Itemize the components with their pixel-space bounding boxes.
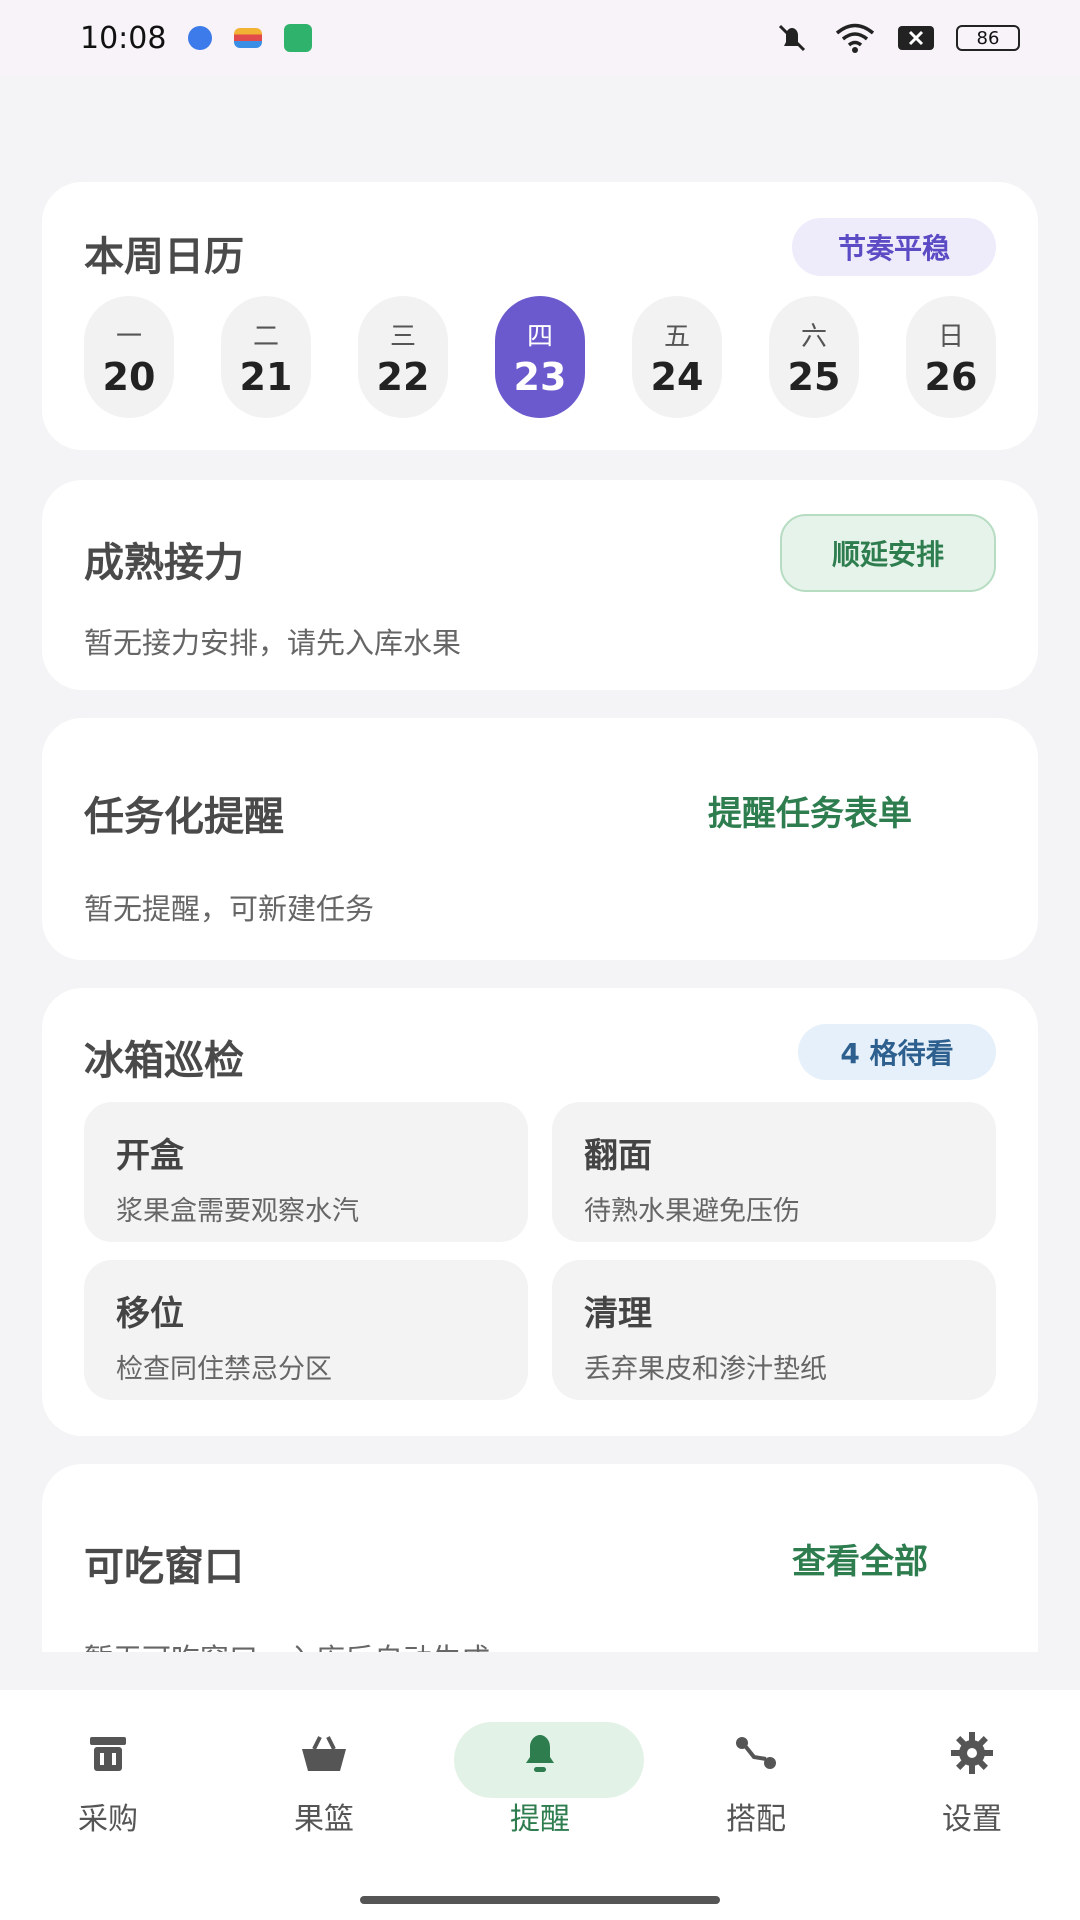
nav-label: 采购 <box>78 1802 138 1837</box>
nav-label: 提醒 <box>510 1802 570 1837</box>
reminder-card: 任务化提醒 提醒任务表单 暂无提醒，可新建任务 <box>42 718 1038 960</box>
app-notification-icon <box>188 26 213 50</box>
fridge-pending-badge: 4 格待看 <box>798 1024 996 1080</box>
calendar-card: 本周日历 节奏平稳 一 20 二 21 三 22 四 23 五 24 六 25 日 26 <box>42 182 1038 450</box>
edible-card: 可吃窗口 查看全部 暂无可吃窗口，入库后自动生成 <box>42 1464 1038 1652</box>
fridge-title: 冰箱巡检 <box>84 1038 244 1084</box>
calendar-weekday: 一 <box>115 321 142 352</box>
trash-bin-icon <box>86 1726 130 1780</box>
fridge-card: 冰箱巡检 4 格待看 开盒 浆果盒需要观察水汽 翻面 待熟水果避免压伤 移位 检查同住禁忌… <box>42 988 1038 1436</box>
calendar-date: 24 <box>650 354 704 399</box>
edible-title: 可吃窗口 <box>84 1544 244 1590</box>
reminder-form-link[interactable]: 提醒任务表单 <box>708 786 912 835</box>
calendar-day-20[interactable]: 一 20 <box>84 296 174 418</box>
calendar-day-22[interactable]: 三 22 <box>358 296 448 418</box>
calendar-date: 22 <box>376 354 430 399</box>
calendar-weekday: 日 <box>937 321 964 352</box>
calendar-status-badge: 节奏平稳 <box>792 218 996 276</box>
fridge-tile-desc: 检查同住禁忌分区 <box>116 1354 332 1385</box>
data-off-icon <box>898 26 934 50</box>
wifi-icon <box>835 23 875 53</box>
bottom-navigation: 采购 果篮 提醒 搭配 设置 <box>0 1690 1080 1920</box>
calendar-day-26[interactable]: 日 26 <box>906 296 996 418</box>
reminder-empty-text: 暂无提醒，可新建任务 <box>84 892 375 926</box>
fridge-tile[interactable]: 移位检查同住禁忌分区 <box>84 1260 528 1400</box>
calendar-weekday: 三 <box>389 321 416 352</box>
calendar-date: 26 <box>924 354 978 399</box>
fridge-tile-title: 开盒 <box>116 1136 184 1176</box>
status-bar: 10:08 86 <box>0 0 1080 76</box>
calendar-day-21[interactable]: 二 21 <box>221 296 311 418</box>
gear-icon <box>949 1726 995 1780</box>
calendar-weekday: 六 <box>800 321 827 352</box>
calendar-day-23[interactable]: 四 23 <box>495 296 585 418</box>
nav-item-0[interactable]: 采购 <box>0 1690 216 1860</box>
battery-level: 86 <box>976 27 1000 49</box>
calendar-weekday: 四 <box>526 321 553 352</box>
calendar-weekday: 二 <box>252 321 279 352</box>
main-scroll[interactable]: 本周日历 节奏平稳 一 20 二 21 三 22 四 23 五 24 六 25 日 26 成熟接力 顺延安… <box>0 76 1080 1652</box>
nav-item-1[interactable]: 果篮 <box>216 1690 432 1860</box>
calendar-title: 本周日历 <box>84 234 244 280</box>
nav-item-3[interactable]: 搭配 <box>648 1690 864 1860</box>
fridge-tile[interactable]: 清理丢弃果皮和渗汁垫纸 <box>552 1260 996 1400</box>
relay-card: 成熟接力 顺延安排 暂无接力安排，请先入库水果 <box>42 480 1038 690</box>
nav-item-4[interactable]: 设置 <box>864 1690 1080 1860</box>
nav-label: 设置 <box>942 1802 1002 1837</box>
calendar-date: 23 <box>513 354 567 399</box>
view-all-link[interactable]: 查看全部 <box>792 1534 928 1583</box>
security-notification-icon <box>284 24 313 52</box>
wallet-notification-icon <box>234 28 263 48</box>
fridge-tile-title: 清理 <box>584 1294 652 1334</box>
fridge-tile-title: 翻面 <box>584 1136 652 1176</box>
calendar-date: 21 <box>239 354 293 399</box>
fridge-tile-desc: 待熟水果避免压伤 <box>584 1196 800 1227</box>
battery-indicator: 86 <box>956 25 1020 51</box>
fridge-tile[interactable]: 翻面待熟水果避免压伤 <box>552 1102 996 1242</box>
fridge-tile-desc: 浆果盒需要观察水汽 <box>116 1196 359 1227</box>
calendar-date: 25 <box>787 354 841 399</box>
edible-empty-text: 暂无可吃窗口，入库后自动生成 <box>84 1636 490 1652</box>
relay-title: 成熟接力 <box>84 540 244 586</box>
postpone-button[interactable]: 顺延安排 <box>780 514 996 592</box>
postpone-button-label: 顺延安排 <box>831 538 944 571</box>
basket-icon <box>300 1726 348 1780</box>
relay-empty-text: 暂无接力安排，请先入库水果 <box>84 626 462 660</box>
calendar-day-24[interactable]: 五 24 <box>632 296 722 418</box>
fridge-tile-title: 移位 <box>116 1294 184 1334</box>
nav-label: 果篮 <box>294 1802 354 1837</box>
home-indicator[interactable] <box>360 1896 720 1904</box>
calendar-day-25[interactable]: 六 25 <box>769 296 859 418</box>
calendar-weekday: 五 <box>663 321 690 352</box>
nav-item-2[interactable]: 提醒 <box>432 1690 648 1860</box>
pairing-icon <box>732 1726 780 1780</box>
fridge-tile[interactable]: 开盒浆果盒需要观察水汽 <box>84 1102 528 1242</box>
fridge-tile-desc: 丢弃果皮和渗汁垫纸 <box>584 1354 827 1385</box>
nav-label: 搭配 <box>726 1802 786 1837</box>
mute-icon <box>778 24 806 52</box>
calendar-status-label: 节奏平稳 <box>837 232 950 265</box>
reminder-title: 任务化提醒 <box>84 794 284 840</box>
calendar-date: 20 <box>102 354 156 399</box>
fridge-pending-label: 4 格待看 <box>840 1037 954 1070</box>
status-time: 10:08 <box>80 20 167 56</box>
bell-icon <box>518 1726 562 1780</box>
